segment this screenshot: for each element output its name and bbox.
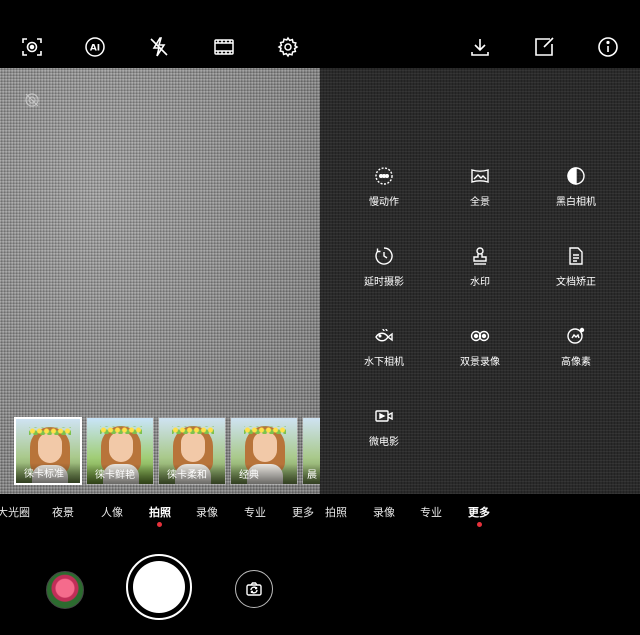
mode-label: 黑白相机 [556,197,596,208]
gallery-thumbnail[interactable] [46,571,84,609]
micro-movie-icon [375,410,393,422]
flash-off-icon[interactable] [148,36,170,58]
mode-label: 水印 [470,277,490,288]
mode-label: 慢动作 [369,197,399,208]
filter-leica-vivid[interactable]: 徕卡鲜艳 [86,417,154,485]
mode-label: 延时摄影 [364,277,404,288]
filter-leica-soft[interactable]: 徕卡柔和 [158,417,226,485]
focus-frame-icon[interactable] [21,36,43,58]
active-tab-indicator [477,522,482,527]
download-icon[interactable] [469,36,491,58]
mode-tab-bar: 大光圈 夜景 人像 拍照 录像 专业 更多 拍照 录像 专业 更多 [0,500,640,524]
mode-panorama[interactable]: 全景 [440,166,520,209]
mode-timelapse[interactable]: 延时摄影 [344,246,424,289]
high-resolution-icon [567,327,585,344]
watermark-stamp-icon [473,247,487,265]
mode-label: 高像素 [561,357,591,368]
film-aspect-icon[interactable] [213,36,235,58]
tab-aperture[interactable]: 大光圈 [0,504,30,520]
mode-micro-movie[interactable]: 微电影 [344,406,424,449]
tab-video-right[interactable]: 录像 [373,504,395,520]
shutter-button[interactable] [126,554,192,620]
tab-more[interactable]: 更多 [292,504,314,520]
mode-watermark[interactable]: 水印 [440,246,520,289]
mode-label: 全景 [470,197,490,208]
filter-label: 徕卡标准 [16,463,80,483]
mode-dual-view[interactable]: 双景录像 [440,326,520,369]
monochrome-icon [567,167,585,185]
filter-label: 徕卡鲜艳 [87,464,153,484]
mode-document-correction[interactable]: 文档矫正 [536,246,616,289]
mode-slow-motion[interactable]: 慢动作 [344,166,424,209]
info-icon[interactable] [597,36,619,58]
mode-label: 双景录像 [460,357,500,368]
bottom-controls [0,540,640,635]
switch-camera-button[interactable] [235,570,273,608]
tab-video[interactable]: 录像 [196,504,218,520]
mode-underwater[interactable]: 水下相机 [344,326,424,369]
timelapse-icon [375,247,393,265]
mode-label: 文档矫正 [556,277,596,288]
ai-icon[interactable]: AI [84,36,106,58]
filter-classic[interactable]: 经典 [230,417,298,485]
camera-viewfinder[interactable]: 徕卡标准 徕卡鲜艳 徕卡柔和 经典 晨 [0,68,320,494]
mode-high-resolution[interactable]: 高像素 [536,326,616,369]
tab-pro-right[interactable]: 专业 [420,504,442,520]
tab-portrait[interactable]: 人像 [101,504,123,520]
filter-leica-standard[interactable]: 徕卡标准 [14,417,82,485]
document-correction-icon [569,247,583,265]
dual-view-icon [470,330,490,342]
filter-label: 经典 [231,464,297,484]
tab-pro[interactable]: 专业 [244,504,266,520]
mode-monochrome[interactable]: 黑白相机 [536,166,616,209]
mode-label: 微电影 [369,437,399,448]
top-toolbar: AI [0,0,640,68]
filter-label: 徕卡柔和 [159,464,225,484]
tab-more-right[interactable]: 更多 [468,504,490,520]
more-modes-panel: 慢动作 全景 黑白相机 延时摄影 水印 文档矫正 水下相机 双景录像 高像素 微… [320,68,640,494]
filter-label: 晨 [303,464,320,484]
slow-motion-icon [375,167,393,185]
svg-text:AI: AI [90,44,100,54]
mode-label: 水下相机 [364,357,404,368]
switch-camera-icon [246,582,262,596]
tab-night[interactable]: 夜景 [52,504,74,520]
edit-icon[interactable] [533,36,555,58]
active-tab-indicator [157,522,162,527]
gear-icon[interactable] [277,36,299,58]
panorama-icon [471,169,489,183]
underwater-fish-icon [375,328,393,342]
filter-morning[interactable]: 晨 [302,417,320,485]
filter-strip: 徕卡标准 徕卡鲜艳 徕卡柔和 经典 晨 [14,417,320,487]
stabilizer-icon [25,93,39,107]
tab-photo[interactable]: 拍照 [149,504,171,520]
tab-photo-right[interactable]: 拍照 [325,504,347,520]
